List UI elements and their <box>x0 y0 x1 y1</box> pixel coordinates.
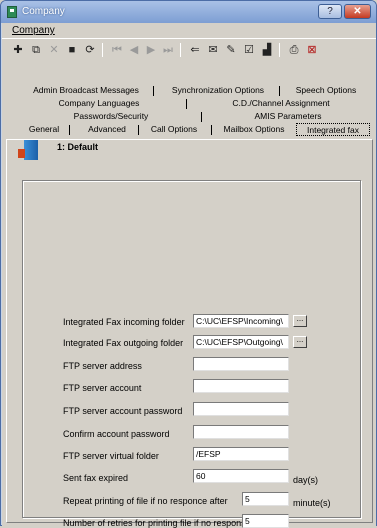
tab-divider <box>211 125 212 135</box>
tab-cd-channel[interactable]: C.D./Channel Assignment <box>227 97 335 110</box>
ftp-account-label: FTP server account <box>63 383 142 393</box>
save-icon[interactable]: ■ <box>64 42 80 58</box>
profile-label: 1: Default <box>57 142 99 152</box>
ftp-account-input[interactable] <box>193 379 289 393</box>
tab-passwords-security[interactable]: Passwords/Security <box>71 110 151 123</box>
toolbar-separator <box>180 43 181 57</box>
toolbar: ✚ ⧉ ✕ ■ ⟳ ⏮ ◀ ▶ ⏭ ⇐ ✉ ✎ ☑ ▟ ⎙ ⊠ <box>2 38 376 78</box>
retries-label: Number of retries for printing file if n… <box>63 518 251 528</box>
ftp-password-label: FTP server account password <box>63 406 183 416</box>
tab-divider <box>153 86 154 96</box>
first-icon[interactable]: ⏮ <box>109 42 125 58</box>
days-unit-label: day(s) <box>293 475 319 485</box>
sent-fax-expired-input[interactable]: 60 <box>193 469 289 483</box>
tab-row-4: General Advanced Call Options Mailbox Op… <box>5 123 373 136</box>
delete-icon[interactable]: ✕ <box>46 42 62 58</box>
help-button[interactable]: ? <box>318 4 342 19</box>
incoming-browse-button[interactable]: ... <box>293 315 307 327</box>
copy-icon[interactable]: ⧉ <box>28 42 44 58</box>
toolbar-separator <box>102 43 103 57</box>
window-title: Company <box>22 6 65 17</box>
repeat-printing-input[interactable]: 5 <box>242 492 289 506</box>
tab-admin-broadcast[interactable]: Admin Broadcast Messages <box>31 84 141 97</box>
title-bar[interactable]: Company ? ✕ <box>1 1 376 23</box>
chart-icon[interactable]: ▟ <box>259 42 275 58</box>
tab-area: Admin Broadcast Messages Synchronization… <box>2 78 376 528</box>
menu-bar: Company <box>2 23 376 38</box>
ftp-address-label: FTP server address <box>63 361 142 371</box>
tab-divider <box>69 125 70 135</box>
tab-synchronization[interactable]: Synchronization Options <box>167 84 269 97</box>
database-icon <box>18 140 38 160</box>
outgoing-folder-label: Integrated Fax outgoing folder <box>63 338 184 348</box>
minutes-unit-label: minute(s) <box>293 498 331 508</box>
email-icon[interactable]: ✉ <box>205 42 221 58</box>
next-icon[interactable]: ▶ <box>143 42 159 58</box>
tab-speech-options[interactable]: Speech Options <box>293 84 359 97</box>
outgoing-folder-input[interactable]: C:\UC\EFSP\Outgoing\ <box>193 335 289 349</box>
tab-call-options[interactable]: Call Options <box>145 123 203 136</box>
fax-settings-group: Integrated Fax incoming folder C:\UC\EFS… <box>22 180 361 528</box>
tab-amis-parameters[interactable]: AMIS Parameters <box>251 110 325 123</box>
confirm-password-label: Confirm account password <box>63 429 170 439</box>
tab-divider <box>201 112 202 122</box>
confirm-password-input[interactable] <box>193 425 289 439</box>
tab-integrated-fax[interactable]: Integrated fax <box>296 123 370 136</box>
last-icon[interactable]: ⏭ <box>160 42 176 58</box>
tab-advanced[interactable]: Advanced <box>83 123 131 136</box>
tab-row-1: Admin Broadcast Messages Synchronization… <box>5 84 373 97</box>
tab-row-3: Passwords/Security AMIS Parameters <box>5 110 373 123</box>
tab-mailbox-options[interactable]: Mailbox Options <box>219 123 289 136</box>
tab-row-2: Company Languages C.D./Channel Assignmen… <box>5 97 373 110</box>
refresh-icon[interactable]: ⟳ <box>82 42 98 58</box>
incoming-folder-input[interactable]: C:\UC\EFSP\Incoming\ <box>193 314 289 328</box>
exit-icon[interactable]: ⊠ <box>304 42 320 58</box>
menu-company[interactable]: Company <box>12 25 55 36</box>
tab-general[interactable]: General <box>27 123 61 136</box>
virtual-folder-input[interactable]: /EFSP <box>193 447 289 461</box>
tab-company-languages[interactable]: Company Languages <box>57 97 141 110</box>
tab-divider <box>138 125 139 135</box>
prev-icon[interactable]: ◀ <box>126 42 142 58</box>
add-icon[interactable]: ✚ <box>10 42 26 58</box>
repeat-printing-label: Repeat printing of file if no responce a… <box>63 496 228 506</box>
outgoing-browse-button[interactable]: ... <box>293 336 307 348</box>
sent-fax-expired-label: Sent fax expired <box>63 473 129 483</box>
tab-divider <box>186 99 187 109</box>
tools-icon[interactable]: ✎ <box>223 42 239 58</box>
tab-divider <box>279 86 280 96</box>
incoming-folder-label: Integrated Fax incoming folder <box>63 317 185 327</box>
print-icon[interactable]: ⎙ <box>286 42 302 58</box>
close-button[interactable]: ✕ <box>344 4 371 19</box>
app-icon <box>7 6 17 18</box>
company-window: Company ? ✕ Company ✚ ⧉ ✕ ■ ⟳ ⏮ ◀ ▶ ⏭ ⇐ … <box>0 0 377 528</box>
ftp-password-input[interactable] <box>193 402 289 416</box>
virtual-folder-label: FTP server virtual folder <box>63 451 159 461</box>
ftp-address-input[interactable] <box>193 357 289 371</box>
check-icon[interactable]: ☑ <box>241 42 257 58</box>
toolbar-separator <box>279 43 280 57</box>
back-icon[interactable]: ⇐ <box>187 42 203 58</box>
